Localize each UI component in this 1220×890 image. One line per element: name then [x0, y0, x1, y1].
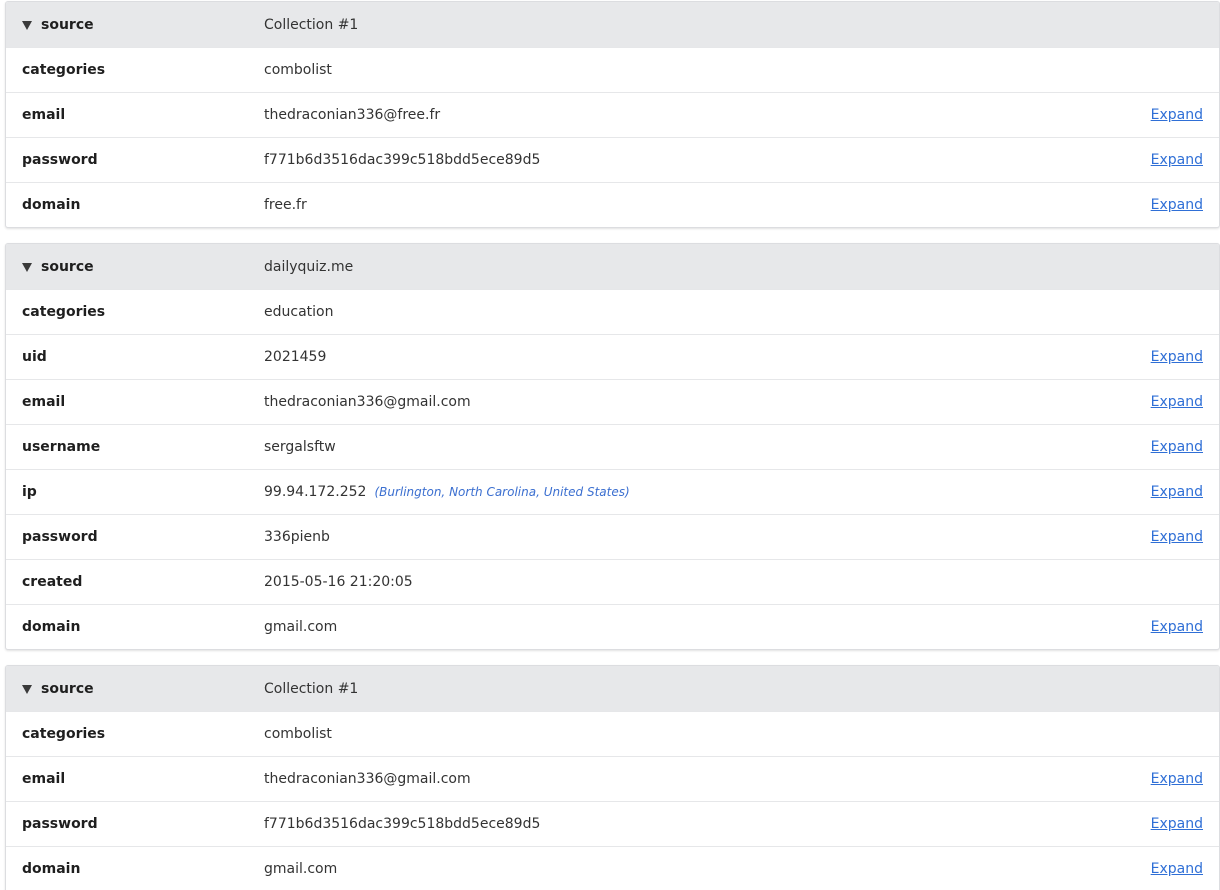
expand-link[interactable]: Expand: [1151, 107, 1203, 123]
field-label: domain: [22, 861, 81, 877]
table-row: email thedraconian336@free.fr Expand: [6, 92, 1219, 137]
field-label: email: [22, 107, 66, 123]
field-label: uid: [22, 349, 47, 365]
field-value: education: [264, 304, 334, 320]
result-card: source Collection #1 categories combolis…: [5, 665, 1220, 890]
expand-link[interactable]: Expand: [1151, 197, 1203, 213]
field-label: source: [41, 258, 94, 275]
table-row: categories education: [6, 289, 1219, 334]
field-label: categories: [22, 62, 106, 78]
field-value: 2015-05-16 21:20:05: [264, 574, 413, 590]
table-row: email thedraconian336@gmail.com Expand: [6, 379, 1219, 424]
field-label: password: [22, 529, 98, 545]
card-header-source[interactable]: source Collection #1: [6, 2, 1219, 47]
field-value: thedraconian336@gmail.com: [264, 771, 471, 787]
field-label: username: [22, 439, 101, 455]
table-row: password 336pienb Expand: [6, 514, 1219, 559]
field-value: thedraconian336@free.fr: [264, 107, 441, 123]
caret-down-icon[interactable]: [22, 684, 32, 694]
source-value: dailyquiz.me: [264, 258, 354, 275]
expand-link[interactable]: Expand: [1151, 861, 1203, 877]
expand-link[interactable]: Expand: [1151, 484, 1203, 500]
expand-link[interactable]: Expand: [1151, 349, 1203, 365]
field-label: categories: [22, 726, 106, 742]
field-value: thedraconian336@gmail.com: [264, 394, 471, 410]
field-value: gmail.com: [264, 861, 338, 877]
expand-link[interactable]: Expand: [1151, 771, 1203, 787]
table-row: categories combolist: [6, 711, 1219, 756]
source-value: Collection #1: [264, 680, 359, 697]
table-row: email thedraconian336@gmail.com Expand: [6, 756, 1219, 801]
table-row: domain gmail.com Expand: [6, 604, 1219, 649]
result-card: source dailyquiz.me categories education…: [5, 243, 1220, 650]
field-value: 99.94.172.252 (Burlington, North Carolina…: [264, 484, 630, 500]
table-row: uid 2021459 Expand: [6, 334, 1219, 379]
field-value: 336pienb: [264, 529, 330, 545]
expand-link[interactable]: Expand: [1151, 152, 1203, 168]
results-page: source Collection #1 categories combolis…: [0, 0, 1220, 890]
field-label: source: [41, 16, 94, 33]
field-label: categories: [22, 304, 106, 320]
table-row: password f771b6d3516dac399c518bdd5ece89d…: [6, 137, 1219, 182]
expand-link[interactable]: Expand: [1151, 816, 1203, 832]
field-value: 2021459: [264, 349, 327, 365]
field-value: combolist: [264, 62, 332, 78]
ip-geolocation: (Burlington, North Carolina, United Stat…: [374, 485, 630, 499]
caret-down-icon[interactable]: [22, 262, 32, 272]
field-value: gmail.com: [264, 619, 338, 635]
header-field: source: [22, 259, 94, 275]
field-value: f771b6d3516dac399c518bdd5ece89d5: [264, 152, 541, 168]
field-label: domain: [22, 197, 81, 213]
table-row: username sergalsftw Expand: [6, 424, 1219, 469]
header-field: source: [22, 17, 94, 33]
field-label: email: [22, 771, 66, 787]
card-header-source[interactable]: source Collection #1: [6, 666, 1219, 711]
expand-link[interactable]: Expand: [1151, 619, 1203, 635]
table-row: ip 99.94.172.252 (Burlington, North Carol…: [6, 469, 1219, 514]
field-label: password: [22, 152, 98, 168]
table-row: domain gmail.com Expand: [6, 846, 1219, 890]
table-row: created 2015-05-16 21:20:05: [6, 559, 1219, 604]
field-value: free.fr: [264, 197, 307, 213]
field-label: created: [22, 574, 83, 590]
header-field: source: [22, 681, 94, 697]
caret-down-icon[interactable]: [22, 20, 32, 30]
result-card: source Collection #1 categories combolis…: [5, 1, 1220, 228]
field-value: f771b6d3516dac399c518bdd5ece89d5: [264, 816, 541, 832]
field-label: domain: [22, 619, 81, 635]
ip-value: 99.94.172.252: [264, 484, 367, 500]
field-value: sergalsftw: [264, 439, 336, 455]
table-row: password f771b6d3516dac399c518bdd5ece89d…: [6, 801, 1219, 846]
field-label: source: [41, 680, 94, 697]
table-row: categories combolist: [6, 47, 1219, 92]
field-label: password: [22, 816, 98, 832]
expand-link[interactable]: Expand: [1151, 394, 1203, 410]
card-header-source[interactable]: source dailyquiz.me: [6, 244, 1219, 289]
field-label: ip: [22, 484, 37, 500]
source-value: Collection #1: [264, 16, 359, 33]
table-row: domain free.fr Expand: [6, 182, 1219, 227]
expand-link[interactable]: Expand: [1151, 529, 1203, 545]
field-value: combolist: [264, 726, 332, 742]
field-label: email: [22, 394, 66, 410]
expand-link[interactable]: Expand: [1151, 439, 1203, 455]
